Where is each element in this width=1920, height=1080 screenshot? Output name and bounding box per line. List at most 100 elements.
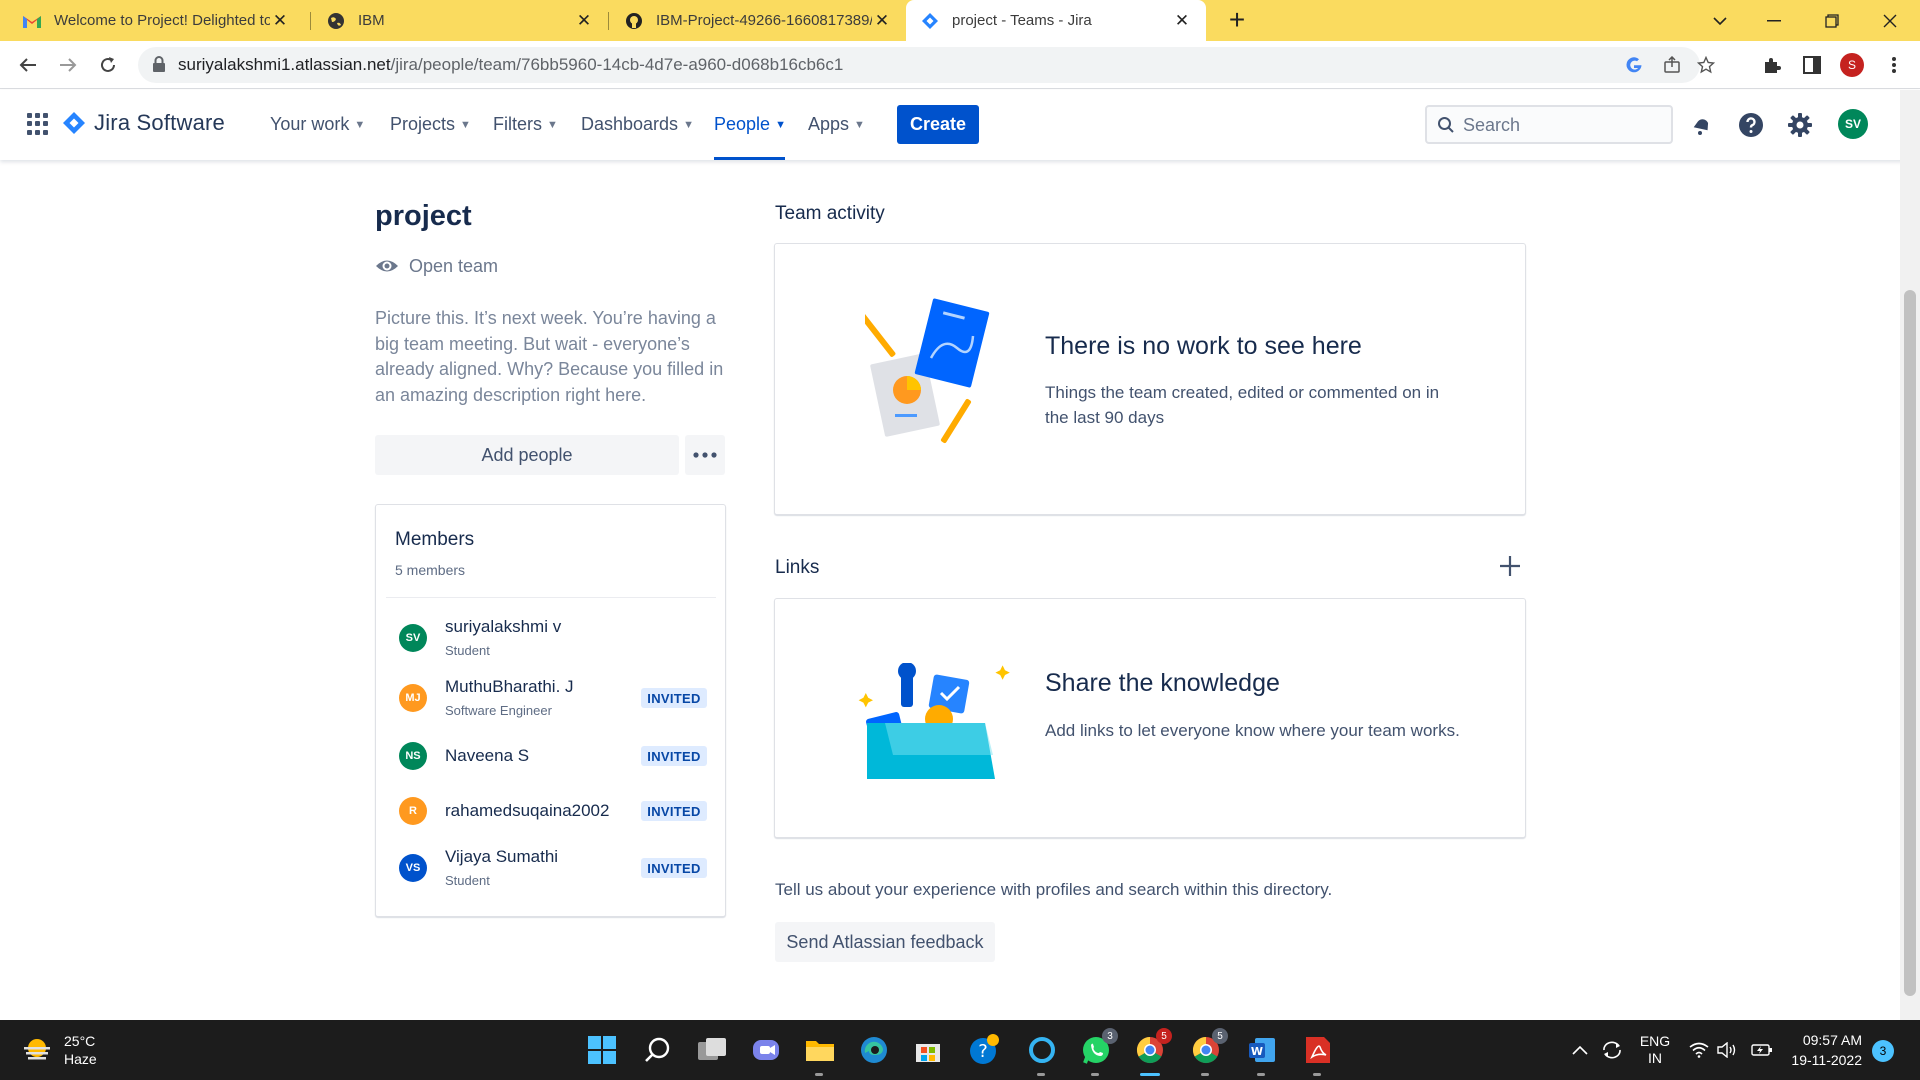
close-icon[interactable]: ✕	[872, 11, 892, 31]
teams-chat-icon[interactable]	[748, 1032, 784, 1068]
restore-icon[interactable]	[1804, 0, 1860, 41]
avatar-initials: SV	[1838, 109, 1868, 139]
user-avatar[interactable]: SV	[1838, 109, 1868, 139]
jira-logo[interactable]: Jira Software	[62, 110, 225, 136]
team-description[interactable]: Picture this. It’s next week. You’re hav…	[375, 306, 735, 408]
nav-dashboards[interactable]: Dashboards ▼	[581, 114, 694, 135]
edge-icon[interactable]	[856, 1032, 892, 1068]
tab-gmail[interactable]: Welcome to Project! Delighted to ✕	[8, 0, 304, 41]
tab-jira[interactable]: project - Teams - Jira ✕	[906, 0, 1206, 41]
member-row[interactable]: MJ MuthuBharathi. J Software Engineer IN…	[376, 673, 725, 723]
nav-apps[interactable]: Apps ▼	[808, 114, 865, 135]
file-explorer-icon[interactable]	[802, 1032, 838, 1076]
volume-icon[interactable]	[1716, 1020, 1738, 1080]
empty-state-text: Things the team created, edited or comme…	[1045, 383, 1440, 427]
member-row[interactable]: SV suriyalakshmi v Student	[376, 613, 725, 663]
battery-icon[interactable]	[1750, 1020, 1774, 1080]
member-name: Vijaya Sumathi	[445, 847, 559, 866]
member-row[interactable]: VS Vijaya Sumathi Student INVITED	[376, 843, 725, 893]
tab-search-chevron-icon[interactable]	[1692, 0, 1748, 41]
taskbar-search-icon[interactable]	[640, 1032, 676, 1068]
search-box[interactable]	[1425, 105, 1673, 144]
help-app-icon[interactable]: ?	[966, 1032, 1002, 1068]
search-input[interactable]	[1463, 113, 1663, 137]
gmail-icon	[22, 11, 42, 31]
minimize-icon[interactable]	[1746, 0, 1802, 41]
system-clock[interactable]: 09:57 AM 19-11-2022	[1786, 1030, 1862, 1070]
notification-count-badge[interactable]: 3	[1872, 1040, 1894, 1062]
running-indicator	[1091, 1073, 1099, 1076]
windows-icon	[588, 1036, 616, 1064]
scrollbar-thumb[interactable]	[1904, 290, 1916, 996]
team-type-label: Open team	[409, 255, 499, 276]
page-scrollbar[interactable]	[1900, 90, 1920, 1020]
add-link-icon[interactable]	[1496, 552, 1524, 580]
nav-your-work[interactable]: Your work ▼	[270, 114, 365, 135]
reload-icon[interactable]	[92, 49, 124, 81]
close-icon[interactable]: ✕	[574, 11, 594, 31]
chrome-profile-icon[interactable]: 5	[1188, 1028, 1228, 1076]
tab-github[interactable]: IBM-Project-49266-1660817389/ ✕	[610, 0, 906, 41]
haze-icon	[24, 1039, 50, 1060]
avatar: R	[399, 797, 427, 825]
start-button[interactable]	[584, 1032, 620, 1068]
notification-badge: 5	[1156, 1028, 1172, 1044]
create-button[interactable]: Create	[897, 105, 979, 144]
browser-menu-icon[interactable]	[1882, 53, 1906, 77]
toolbox-illustration	[858, 663, 1010, 779]
profile-avatar[interactable]: S	[1840, 53, 1864, 77]
status-badge: INVITED	[641, 858, 707, 878]
whatsapp-icon[interactable]: 3	[1078, 1028, 1118, 1076]
member-row[interactable]: R rahamedsuqaina2002 INVITED	[376, 786, 725, 836]
nav-label: People	[714, 114, 771, 134]
extensions-icon[interactable]	[1760, 53, 1784, 77]
tab-title: Welcome to Project! Delighted to	[54, 12, 270, 29]
bookmark-star-icon[interactable]	[1696, 55, 1716, 75]
url-text: suriyalakshmi1.atlassian.net/jira/people…	[178, 55, 843, 75]
nav-filters[interactable]: Filters ▼	[493, 114, 558, 135]
microsoft-store-icon[interactable]	[910, 1032, 946, 1068]
close-icon[interactable]: ✕	[1172, 11, 1192, 31]
wifi-icon[interactable]	[1688, 1020, 1710, 1080]
word-icon[interactable]: W	[1244, 1032, 1280, 1076]
language-indicator[interactable]: ENG IN	[1634, 1020, 1676, 1080]
nav-label: Apps	[808, 114, 850, 134]
tab-title: IBM	[358, 12, 385, 29]
back-icon[interactable]	[12, 49, 44, 81]
close-window-icon[interactable]	[1862, 0, 1918, 41]
lock-icon	[152, 56, 166, 72]
google-icon[interactable]	[1624, 55, 1644, 75]
share-icon[interactable]	[1662, 55, 1682, 75]
nav-projects[interactable]: Projects ▼	[390, 114, 471, 135]
feedback-prompt: Tell us about your experience with profi…	[775, 880, 1333, 899]
more-actions-button[interactable]	[685, 435, 725, 475]
weather-widget[interactable]: 25°C Haze	[22, 1032, 97, 1068]
running-indicator	[1257, 1073, 1265, 1076]
side-panel-icon[interactable]	[1800, 53, 1824, 77]
forward-icon[interactable]	[52, 49, 84, 81]
tab-ibm[interactable]: IBM ✕	[312, 0, 608, 41]
app-switcher-icon[interactable]	[27, 113, 49, 135]
sync-icon[interactable]	[1600, 1020, 1624, 1080]
help-icon[interactable]	[1737, 111, 1765, 139]
notification-badge: 3	[1102, 1028, 1118, 1044]
empty-state-text: Add links to let everyone know where you…	[1045, 721, 1460, 740]
send-feedback-button[interactable]: Send Atlassian feedback	[775, 922, 995, 962]
show-hidden-icons-chevron-icon[interactable]	[1570, 1020, 1590, 1080]
nav-people[interactable]: People ▼	[714, 114, 786, 135]
status-badge: INVITED	[641, 801, 707, 821]
new-tab-button[interactable]: +	[1222, 5, 1252, 35]
notifications-bell-icon[interactable]	[1688, 111, 1716, 139]
close-icon[interactable]: ✕	[270, 11, 290, 31]
acrobat-icon[interactable]	[1300, 1032, 1336, 1076]
settings-gear-icon[interactable]	[1786, 111, 1814, 139]
running-indicator	[1037, 1073, 1045, 1076]
tab-title: project - Teams - Jira	[952, 12, 1092, 29]
add-people-button[interactable]: Add people	[375, 435, 679, 475]
empty-state-title: There is no work to see here	[1045, 332, 1362, 360]
chrome-icon[interactable]: 5	[1132, 1028, 1172, 1076]
member-row[interactable]: NS Naveena S INVITED	[376, 731, 725, 781]
address-bar[interactable]: suriyalakshmi1.atlassian.net/jira/people…	[138, 47, 1715, 83]
cortana-icon[interactable]	[1024, 1032, 1060, 1076]
task-view-icon[interactable]	[694, 1032, 730, 1068]
